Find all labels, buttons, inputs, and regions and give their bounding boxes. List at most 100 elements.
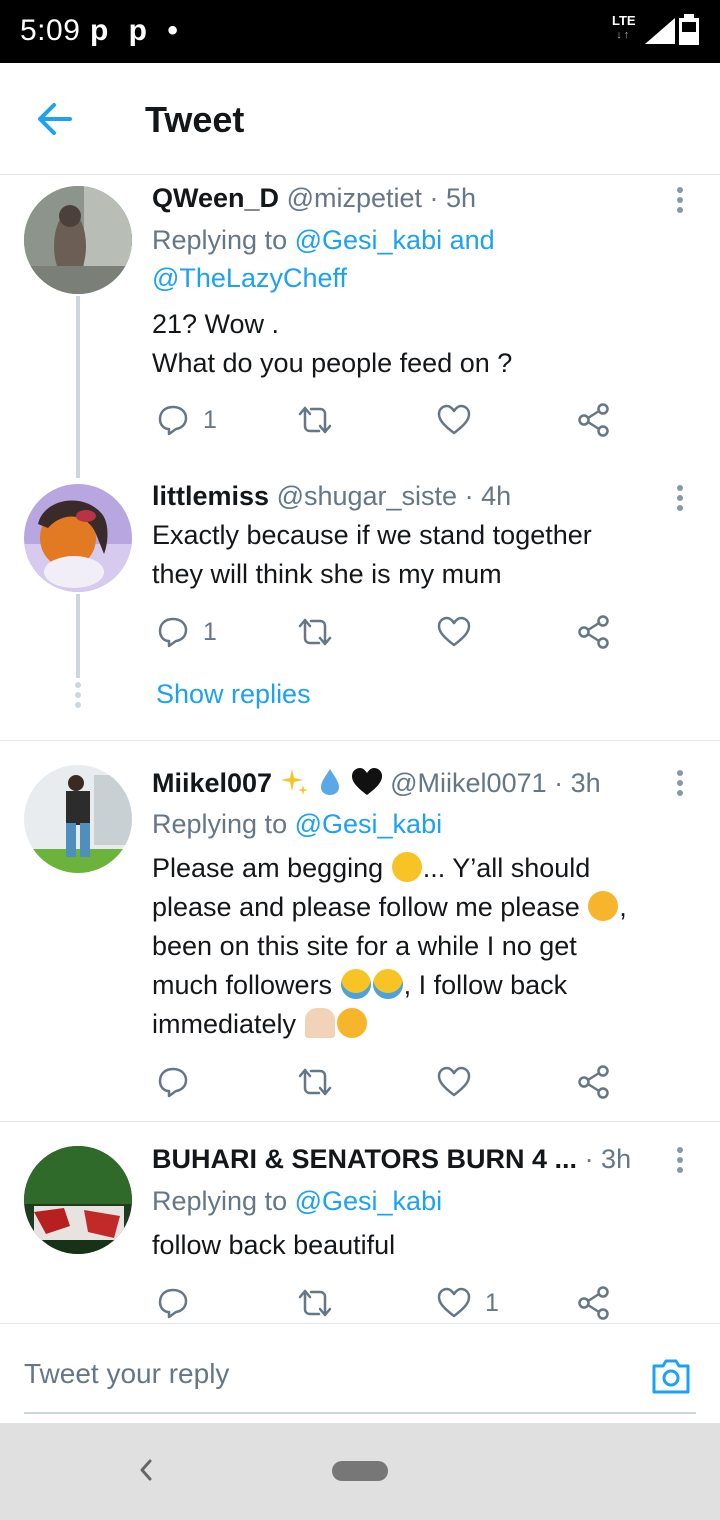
tweet-text-segment: please and please follow me please — [152, 892, 580, 922]
retweet-button[interactable] — [297, 612, 347, 652]
author-handle[interactable]: @shugar_siste — [277, 481, 458, 511]
tweet-time: · 3h — [554, 768, 601, 798]
tweet-text: follow back beautiful — [152, 1226, 682, 1265]
author-name[interactable]: QWeen_D — [152, 183, 279, 213]
network-arrows: ↓↑ — [616, 29, 632, 41]
reply-count: 1 — [203, 617, 217, 646]
thread-line — [76, 296, 80, 478]
status-time: 5:09 — [20, 14, 81, 47]
share-button[interactable] — [577, 1062, 611, 1102]
status-bar: 5:09 p p • LTE ↓↑ — [0, 0, 720, 63]
signal-icon — [645, 18, 675, 44]
reply-button[interactable] — [157, 1283, 203, 1322]
tweet-item[interactable]: littlemiss @shugar_siste · 4h Exactly be… — [0, 476, 720, 740]
show-replies-link[interactable]: Show replies — [156, 679, 311, 710]
avatar-image — [24, 1146, 132, 1254]
replying-prefix: Replying to — [152, 1186, 288, 1216]
retweet-icon — [298, 1289, 332, 1317]
replying-to: Replying to @Gesi_kabi — [152, 805, 442, 843]
reply-count: 1 — [203, 405, 217, 434]
tweet-text-segment: , — [619, 892, 627, 922]
like-button[interactable]: 1 — [437, 1283, 499, 1322]
avatar[interactable] — [24, 1146, 132, 1254]
network-type: LTE ↓↑ — [612, 14, 636, 42]
tweet-text-segment: Please am begging — [152, 853, 384, 883]
nav-home-pill[interactable] — [332, 1461, 388, 1481]
retweet-icon — [298, 406, 332, 434]
tweet-item[interactable]: QWeen_D @mizpetiet · 5h Replying to @Ges… — [0, 176, 720, 478]
more-vertical-icon[interactable] — [668, 767, 692, 799]
thread-line — [76, 594, 80, 678]
share-icon — [578, 1065, 609, 1099]
author-name[interactable]: Miikel007 — [152, 768, 272, 798]
crying-face-emoji — [372, 969, 403, 999]
share-button[interactable] — [577, 1283, 611, 1322]
replying-to: Replying to @Gesi_kabi — [152, 1182, 442, 1220]
replying-prefix: Replying to — [152, 809, 288, 839]
author-name[interactable]: BUHARI & SENATORS BURN 4 ... — [152, 1144, 577, 1174]
share-button[interactable] — [577, 612, 611, 652]
tweet-header: BUHARI & SENATORS BURN 4 ... · 3h — [152, 1144, 631, 1175]
replying-mentions[interactable]: @Gesi_kabi — [295, 1186, 442, 1216]
more-vertical-icon[interactable] — [668, 1144, 692, 1176]
avatar[interactable] — [24, 484, 132, 592]
replying-mentions[interactable]: @Gesi_kabi — [295, 809, 442, 839]
share-icon — [578, 403, 609, 437]
avatar[interactable] — [24, 765, 132, 873]
reply-icon — [158, 1067, 188, 1098]
reply-composer: Tweet your reply — [0, 1323, 720, 1423]
tweet-time: · 3h — [584, 1144, 632, 1174]
author-handle[interactable]: @mizpetiet — [287, 183, 422, 213]
tweet-item[interactable]: BUHARI & SENATORS BURN 4 ... · 3h Replyi… — [0, 1122, 720, 1322]
author-handle[interactable]: @Miikel0071 — [390, 768, 546, 798]
more-vertical-icon[interactable] — [668, 184, 692, 216]
folded-hands-emoji — [304, 1008, 335, 1038]
heart-icon — [437, 1066, 471, 1097]
like-button[interactable] — [437, 1062, 485, 1102]
tweet-time: · 4h — [464, 481, 512, 511]
black-heart-emoji — [351, 768, 382, 795]
tweet-item[interactable]: Miikel007 @Miikel0071 · 3h Replying to @… — [0, 741, 720, 1121]
like-button[interactable] — [437, 612, 485, 652]
tweet-text-line: they will think she is my mum — [152, 559, 502, 589]
arrow-left-icon[interactable] — [32, 99, 80, 139]
tweet-text-line: follow back beautiful — [152, 1230, 396, 1260]
reply-button[interactable]: 1 — [157, 400, 217, 440]
more-vertical-icon[interactable] — [668, 482, 692, 514]
droplet-emoji — [321, 769, 340, 795]
avatar-image — [24, 484, 132, 592]
retweet-button[interactable] — [297, 1283, 347, 1322]
avatar-image — [24, 186, 132, 294]
weary-face-emoji — [336, 1008, 367, 1038]
avatar[interactable] — [24, 186, 132, 294]
like-button[interactable] — [437, 400, 485, 440]
reply-input[interactable]: Tweet your reply — [24, 1324, 696, 1414]
tweet-text-line: Exactly because if we stand together — [152, 520, 592, 550]
crying-face-emoji — [340, 969, 371, 999]
share-icon — [578, 615, 609, 649]
tweet-header: QWeen_D @mizpetiet · 5h — [152, 183, 476, 214]
tweet-text-line: much followers , I follow back — [152, 966, 682, 1005]
replying-to: Replying to @Gesi_kabi and @TheLazyCheff — [152, 221, 572, 297]
reply-button[interactable] — [157, 1062, 203, 1102]
sparkles-emoji — [280, 769, 308, 795]
retweet-button[interactable] — [297, 400, 347, 440]
thread-dots — [75, 682, 81, 708]
camera-icon[interactable] — [650, 1356, 692, 1396]
share-button[interactable] — [577, 400, 611, 440]
heart-icon — [437, 616, 471, 647]
tweet-text: 21? Wow . What do you people feed on ? — [152, 305, 682, 383]
tweet-text-line: please and please follow me please , — [152, 888, 682, 927]
author-name[interactable]: littlemiss — [152, 481, 269, 511]
tweet-text-line: Please am begging ... Y’all should — [152, 849, 682, 888]
tweet-actions: 1 — [152, 612, 622, 652]
tweet-text-segment: , I follow back — [403, 970, 568, 1000]
notification-icons: p p • — [90, 14, 184, 47]
tweet-text-line: immediately — [152, 1005, 682, 1044]
retweet-button[interactable] — [297, 1062, 347, 1102]
weary-face-emoji — [588, 891, 619, 921]
reply-button[interactable]: 1 — [157, 612, 217, 652]
nav-back-icon[interactable] — [134, 1455, 158, 1485]
tweet-text-segment: much followers — [152, 970, 333, 1000]
tweet-time: · 5h — [429, 183, 477, 213]
